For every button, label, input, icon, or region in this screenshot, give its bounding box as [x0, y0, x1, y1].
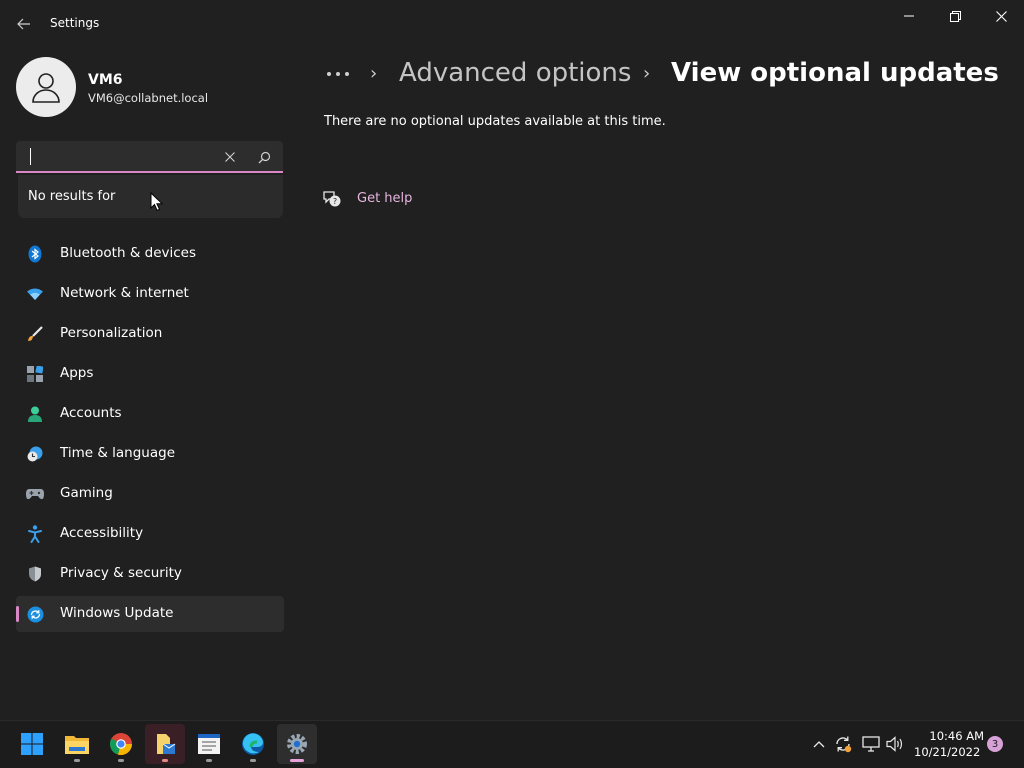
chevron-up-icon [813, 741, 825, 748]
bluetooth-icon [26, 245, 44, 263]
show-hidden-icons-button[interactable] [808, 733, 830, 755]
active-indicator [290, 759, 304, 762]
search-icon [258, 151, 270, 163]
clock-globe-icon [26, 445, 44, 463]
chrome-icon [110, 733, 133, 756]
minimize-button[interactable] [886, 0, 932, 32]
volume-tray-button[interactable] [884, 733, 906, 755]
person-icon [26, 405, 44, 423]
user-name: VM6 [88, 72, 123, 88]
help-icon[interactable]: ? [322, 189, 342, 209]
nav-item-accounts[interactable]: Accounts [16, 396, 284, 432]
text-caret [30, 148, 31, 165]
nav-item-label: Privacy & security [60, 565, 182, 581]
sync-icon [836, 736, 852, 753]
notepad-icon [198, 734, 220, 754]
nav-item-label: Accounts [60, 405, 122, 421]
status-message: There are no optional updates available … [324, 114, 666, 129]
nav-item-accessibility[interactable]: Accessibility [16, 516, 284, 552]
settings-taskbar-button[interactable] [277, 724, 317, 764]
window-title: Settings [50, 16, 100, 30]
apps-icon [26, 365, 44, 383]
nav-item-label: Network & internet [60, 285, 189, 301]
search-box[interactable] [16, 141, 283, 173]
running-indicator [206, 759, 212, 762]
nav-item-label: Accessibility [60, 525, 144, 541]
windows-logo-icon [21, 733, 43, 755]
mouse-cursor-icon [150, 192, 164, 212]
shield-icon [26, 565, 44, 583]
selected-indicator [16, 606, 19, 622]
brush-icon [26, 325, 44, 343]
title-bar: Settings [0, 0, 1024, 48]
running-indicator [250, 759, 256, 762]
get-help-link[interactable]: Get help [357, 191, 412, 206]
start-button[interactable] [12, 724, 52, 764]
nav-item-label: Apps [60, 365, 94, 381]
chrome-taskbar-button[interactable] [101, 724, 141, 764]
breadcrumb-separator: › [643, 63, 651, 84]
nav-item-windows-update[interactable]: Windows Update [16, 596, 284, 632]
nav-item-label: Gaming [60, 485, 113, 501]
notepad-taskbar-button[interactable] [189, 724, 229, 764]
restore-icon [949, 10, 961, 22]
breadcrumb-separator: › [370, 63, 378, 84]
minimize-icon [904, 15, 914, 17]
back-button[interactable] [10, 10, 38, 38]
nav-item-network[interactable]: Network & internet [16, 276, 284, 312]
gamepad-icon [26, 485, 44, 503]
document-folder-icon [157, 734, 176, 754]
running-indicator [162, 759, 168, 762]
accessibility-icon [26, 525, 44, 543]
monitor-network-icon [862, 736, 880, 752]
folder-icon [65, 736, 89, 754]
svg-text:?: ? [333, 197, 337, 206]
file-explorer-taskbar-button[interactable] [57, 724, 97, 764]
breadcrumb-link-advanced-options[interactable]: Advanced options [399, 58, 631, 88]
arrow-left-icon [17, 18, 30, 30]
running-indicator [118, 759, 124, 762]
notification-badge[interactable]: 3 [987, 736, 1003, 752]
person-icon [32, 73, 60, 103]
network-tray-button[interactable] [860, 733, 882, 755]
running-indicator [74, 759, 80, 762]
nav-item-label: Windows Update [60, 605, 174, 621]
nav-item-label: Time & language [60, 445, 176, 461]
page-title: View optional updates [671, 58, 999, 88]
search-input[interactable] [26, 145, 220, 169]
close-icon [225, 152, 235, 162]
edge-icon [242, 733, 264, 755]
edge-taskbar-button[interactable] [233, 724, 273, 764]
breadcrumb-overflow-button[interactable] [326, 64, 354, 84]
nav-item-label: Bluetooth & devices [60, 245, 197, 261]
nav-item-label: Personalization [60, 325, 163, 341]
wifi-icon [26, 285, 44, 303]
no-results-text: No results for [28, 189, 116, 204]
nav-item-personalization[interactable]: Personalization [16, 316, 284, 352]
close-button[interactable] [978, 0, 1024, 32]
nav-item-time-language[interactable]: Time & language [16, 436, 284, 472]
clock-time[interactable]: 10:46 AM [920, 729, 984, 743]
nav-item-gaming[interactable]: Gaming [16, 476, 284, 512]
user-email: VM6@collabnet.local [88, 91, 209, 105]
gear-icon [287, 734, 307, 754]
search-button[interactable] [254, 147, 274, 167]
restore-button[interactable] [932, 0, 978, 32]
avatar[interactable] [16, 57, 76, 117]
file-manager-taskbar-button[interactable] [145, 724, 185, 764]
nav-item-privacy[interactable]: Privacy & security [16, 556, 284, 592]
close-icon [995, 10, 1007, 22]
clock-date[interactable]: 10/21/2022 [914, 745, 980, 759]
speaker-icon [886, 736, 903, 752]
sync-tray-button[interactable] [832, 733, 854, 755]
more-icon [327, 72, 349, 76]
update-icon [26, 605, 44, 623]
nav-item-apps[interactable]: Apps [16, 356, 284, 392]
nav-item-bluetooth[interactable]: Bluetooth & devices [16, 236, 284, 272]
clear-search-button[interactable] [220, 147, 240, 167]
